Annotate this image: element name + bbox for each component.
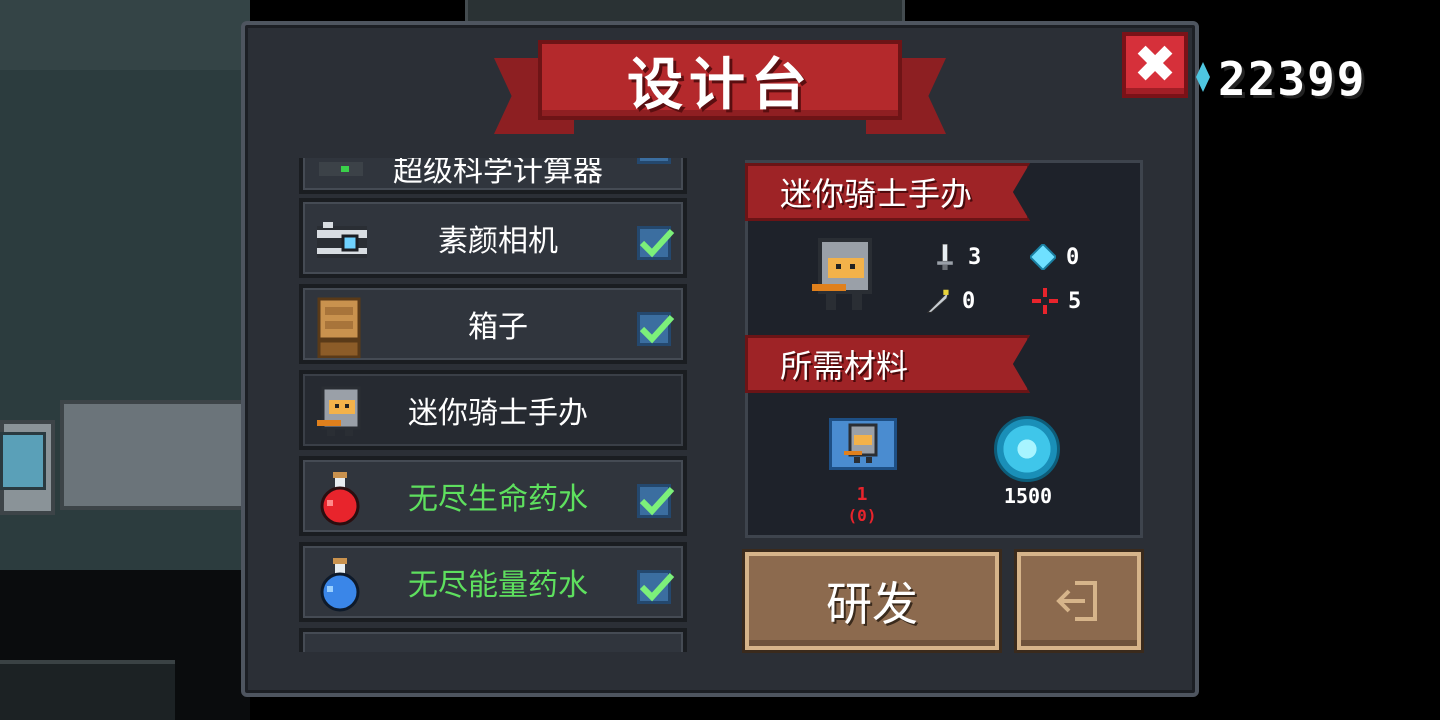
stat-precision: 5 <box>1032 288 1081 314</box>
checkmark-icon <box>639 228 675 258</box>
red-potion-icon <box>320 472 360 526</box>
crit-knife-icon <box>926 289 950 313</box>
list-item-label: 迷你骑士手办 <box>408 396 588 431</box>
gem-counter: 22399 <box>1218 52 1367 106</box>
checkmark-icon <box>639 314 675 344</box>
list-item-box[interactable]: 箱子 <box>299 284 687 364</box>
close-icon: ✖ <box>1133 35 1177 95</box>
checkbox-checked <box>637 312 675 346</box>
research-button-label: 研发 <box>826 577 918 631</box>
list-item-calculator[interactable]: 超级科学计算器 <box>299 158 687 194</box>
background-monitor-screen <box>0 432 46 490</box>
list-item-label: 超级科学计算器 <box>393 158 603 189</box>
checkbox-checked <box>637 484 675 518</box>
sword-icon <box>937 244 953 270</box>
stat-precision-value: 5 <box>1068 288 1082 314</box>
box-icon <box>317 297 361 358</box>
checkmark-icon <box>639 486 675 516</box>
stat-crit: 0 <box>926 288 975 314</box>
crosshair-icon <box>1032 288 1058 314</box>
blue-potion-icon <box>320 558 360 612</box>
blueprint-required: 1 <box>856 484 868 505</box>
checkmark-icon <box>639 572 675 602</box>
list-item-label: 素颜相机 <box>438 224 558 259</box>
background-wall <box>0 0 250 70</box>
calculator-icon <box>319 162 363 176</box>
list-item-health-potion[interactable]: 无尽生命药水 <box>299 456 687 536</box>
title-banner: 设计台 <box>538 40 902 120</box>
background-ledge <box>0 660 175 720</box>
close-button[interactable]: ✖ <box>1122 32 1188 98</box>
stat-energy: 0 <box>1030 244 1079 270</box>
list-item-label: 箱子 <box>468 310 528 345</box>
list-item-next[interactable] <box>299 628 687 652</box>
blueprint-icon <box>829 418 897 470</box>
list-item-energy-potion[interactable]: 无尽能量药水 <box>299 542 687 622</box>
item-title: 迷你骑士手办 <box>780 175 973 213</box>
checkbox-checked <box>637 158 671 164</box>
exit-door-icon <box>1056 581 1097 621</box>
background-table <box>60 400 250 510</box>
list-item-label: 无尽生命药水 <box>408 482 588 517</box>
stat-crit-value: 0 <box>962 288 976 314</box>
checkbox-checked <box>637 570 675 604</box>
checkbox-checked <box>637 226 675 260</box>
research-button[interactable]: 研发 <box>745 552 999 650</box>
stat-attack-value: 3 <box>968 244 982 270</box>
knight-blueprint-icon <box>844 423 878 463</box>
camera-icon <box>317 222 367 258</box>
recipe-list[interactable]: 超级科学计算器 素颜相机 箱子 迷你骑士手办 无尽生命药水 无尽能量药水 <box>293 158 693 652</box>
knight-figure-icon <box>317 386 361 436</box>
page-title: 设计台 <box>627 52 813 118</box>
gem-cost: 1500 <box>1003 484 1053 508</box>
materials-title: 所需材料 <box>780 347 909 385</box>
stat-attack: 3 <box>932 244 981 270</box>
list-item-label: 无尽能量药水 <box>408 568 588 603</box>
gem-icon <box>994 416 1060 482</box>
list-item-mini-knight[interactable]: 迷你骑士手办 <box>299 370 687 450</box>
blueprint-owned: (0) <box>847 506 877 525</box>
list-item-camera[interactable]: 素颜相机 <box>299 198 687 278</box>
exit-button[interactable] <box>1017 552 1141 650</box>
item-title-ribbon: 迷你骑士手办 <box>745 163 1030 221</box>
knight-figure-icon <box>812 238 872 310</box>
stat-energy-value: 0 <box>1066 244 1080 270</box>
energy-gem-icon <box>1030 244 1056 270</box>
materials-ribbon: 所需材料 <box>745 335 1030 393</box>
